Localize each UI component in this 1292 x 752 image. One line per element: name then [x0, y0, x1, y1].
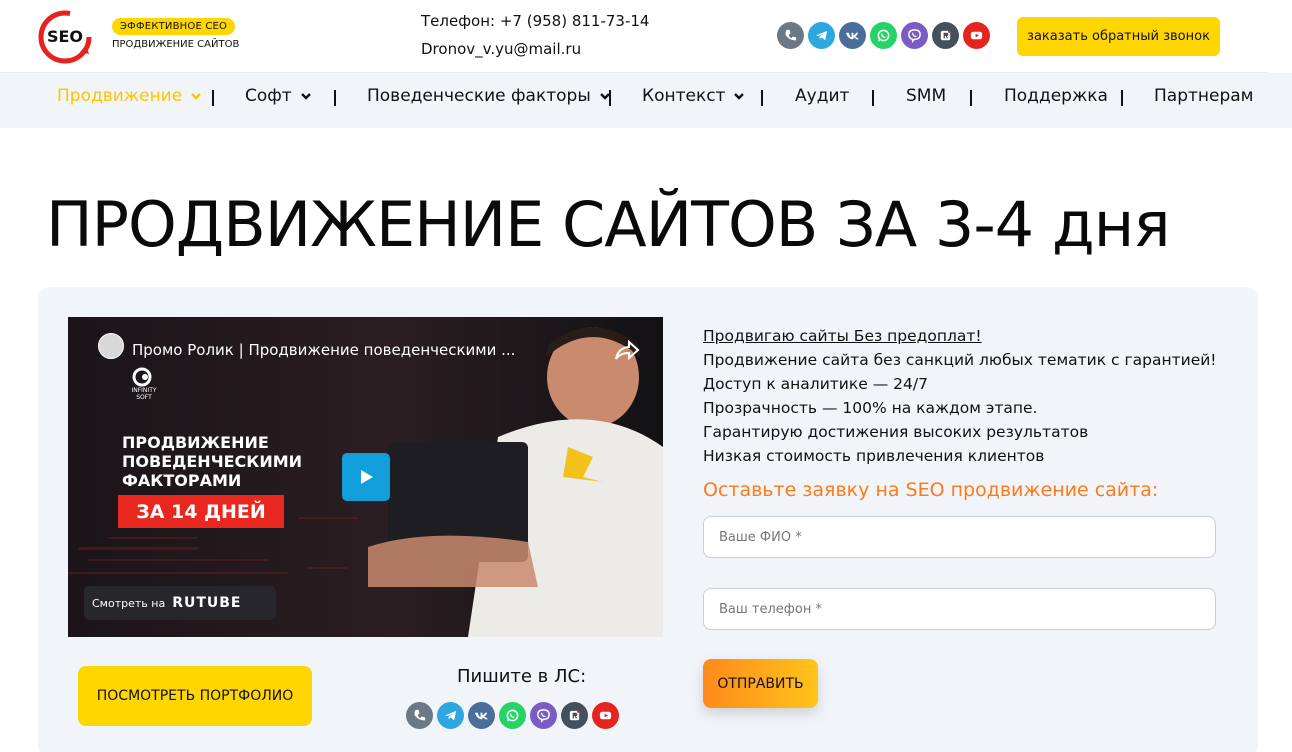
whatsapp-link[interactable]	[499, 702, 526, 729]
phone-link[interactable]	[406, 702, 433, 729]
vk-icon	[845, 32, 860, 40]
whatsapp-link[interactable]	[870, 22, 897, 49]
tagline-subtitle: ПРОДВИЖЕНИЕ САЙТОВ	[112, 39, 240, 50]
youtube-icon	[599, 711, 612, 720]
chevron-down-icon	[191, 93, 202, 100]
header-social-links	[777, 22, 990, 49]
chevron-down-icon	[734, 93, 745, 100]
nav-separator	[970, 90, 972, 106]
telegram-link[interactable]	[808, 22, 835, 49]
vk-link[interactable]	[839, 22, 866, 49]
nav-item-label: Софт	[245, 86, 292, 106]
channel-avatar[interactable]	[98, 333, 124, 359]
benefit-item: Продвижение сайта без санкций любых тема…	[703, 351, 1217, 369]
phone-link[interactable]	[777, 22, 804, 49]
nav-separator	[609, 90, 611, 106]
seo-logo[interactable]: SEO	[36, 8, 94, 66]
tagline-badge: ЭФФЕКТИВНОЕ СЕО	[112, 18, 236, 35]
nav-item-label: Поведенческие факторы	[367, 86, 591, 106]
benefit-item: Доступ к аналитике — 24/7	[703, 375, 928, 393]
benefit-item: Гарантирую достижения высоких результато…	[703, 423, 1089, 441]
video-duration-badge: ЗА 14 ДНЕЙ	[118, 495, 284, 528]
infinity-soft-label: INFINITY SOFT	[131, 387, 157, 401]
nav-item-behavioral-factors[interactable]: Поведенческие факторы	[367, 86, 611, 106]
nav-item-label: Аудит	[795, 86, 850, 106]
nav-item-label: Контекст	[642, 86, 726, 106]
nav-separator	[761, 90, 763, 106]
rutube-icon	[569, 710, 580, 721]
nav-item-label: Продвижение	[57, 86, 183, 106]
whatsapp-icon	[506, 709, 519, 722]
youtube-icon	[970, 31, 983, 40]
rutube-link[interactable]	[561, 702, 588, 729]
nav-separator	[872, 90, 874, 106]
chevron-down-icon	[300, 93, 311, 100]
watch-on-rutube-button[interactable]: Смотреть на RUTUBE	[84, 586, 276, 620]
telegram-icon	[815, 30, 828, 41]
viber-link[interactable]	[530, 702, 557, 729]
nav-item-partners[interactable]: Партнерам	[1154, 86, 1254, 106]
view-portfolio-button[interactable]: ПОСМОТРЕТЬ ПОРТФОЛИО	[78, 666, 312, 726]
full-name-input[interactable]	[703, 516, 1216, 558]
page-title: ПРОДВИЖЕНИЕ САЙТОВ ЗА 3-4 дня	[46, 188, 1171, 261]
whatsapp-icon	[877, 29, 890, 42]
nav-separator	[212, 90, 214, 106]
nav-item-smm[interactable]: SMM	[906, 86, 946, 106]
main-nav: Продвижение Софт Поведенческие факторы К…	[0, 73, 1292, 128]
nav-item-soft[interactable]: Софт	[245, 86, 312, 106]
vk-icon	[474, 712, 489, 720]
benefit-item: Прозрачность — 100% на каждом этапе.	[703, 399, 1038, 417]
play-icon	[361, 470, 373, 484]
rutube-link[interactable]	[932, 22, 959, 49]
youtube-link[interactable]	[963, 22, 990, 49]
share-icon[interactable]	[614, 339, 640, 361]
header-email[interactable]: Dronov_v.yu@mail.ru	[421, 40, 581, 58]
nav-separator	[334, 90, 336, 106]
viber-icon	[537, 709, 550, 723]
watch-on-label: Смотреть на	[92, 596, 166, 610]
direct-message-label: Пишите в ЛС:	[457, 666, 587, 687]
benefit-item: Низкая стоимость привлечения клиентов	[703, 447, 1045, 465]
viber-link[interactable]	[901, 22, 928, 49]
rutube-wordmark: RUTUBE	[172, 595, 242, 611]
form-title: Оставьте заявку на SEO продвижение сайта…	[703, 479, 1159, 501]
play-button[interactable]	[342, 453, 390, 501]
video-title[interactable]: Промо Ролик | Продвижение поведенческими…	[132, 341, 515, 359]
header-phone[interactable]: Телефон: +7 (958) 811-73-14	[421, 12, 649, 30]
nav-item-support[interactable]: Поддержка	[1004, 86, 1108, 106]
logo-text: SEO	[47, 27, 83, 46]
vk-link[interactable]	[468, 702, 495, 729]
nav-item-label: Партнерам	[1154, 86, 1254, 106]
callback-request-button[interactable]: заказать обратный звонок	[1017, 17, 1220, 56]
phone-icon	[785, 29, 797, 41]
phone-input[interactable]	[703, 588, 1216, 630]
telegram-link[interactable]	[437, 702, 464, 729]
promo-video-player[interactable]: Промо Ролик | Продвижение поведенческими…	[68, 317, 663, 637]
site-header: SEO ЭФФЕКТИВНОЕ СЕО ПРОДВИЖЕНИЕ САЙТОВ Т…	[0, 0, 1292, 73]
nav-separator	[1121, 90, 1123, 106]
youtube-link[interactable]	[592, 702, 619, 729]
dm-social-links	[406, 702, 619, 729]
nav-item-label: Поддержка	[1004, 86, 1108, 106]
submit-button[interactable]: ОТПРАВИТЬ	[703, 659, 818, 708]
nav-item-audit[interactable]: Аудит	[795, 86, 849, 106]
rutube-icon	[940, 30, 951, 41]
benefits-list: Продвигаю сайты Без предоплат! Продвижен…	[703, 324, 1217, 468]
nav-item-promotion[interactable]: Продвижение	[57, 86, 202, 106]
nav-item-context[interactable]: Контекст	[642, 86, 745, 106]
viber-icon	[908, 29, 921, 43]
telegram-icon	[444, 710, 457, 721]
phone-icon	[414, 709, 426, 721]
nav-item-label: SMM	[906, 86, 947, 106]
video-headline: ПРОДВИЖЕНИЕ ПОВЕДЕНЧЕСКИМИ ФАКТОРАМИ	[122, 433, 303, 490]
benefit-item: Продвигаю сайты Без предоплат!	[703, 327, 982, 345]
